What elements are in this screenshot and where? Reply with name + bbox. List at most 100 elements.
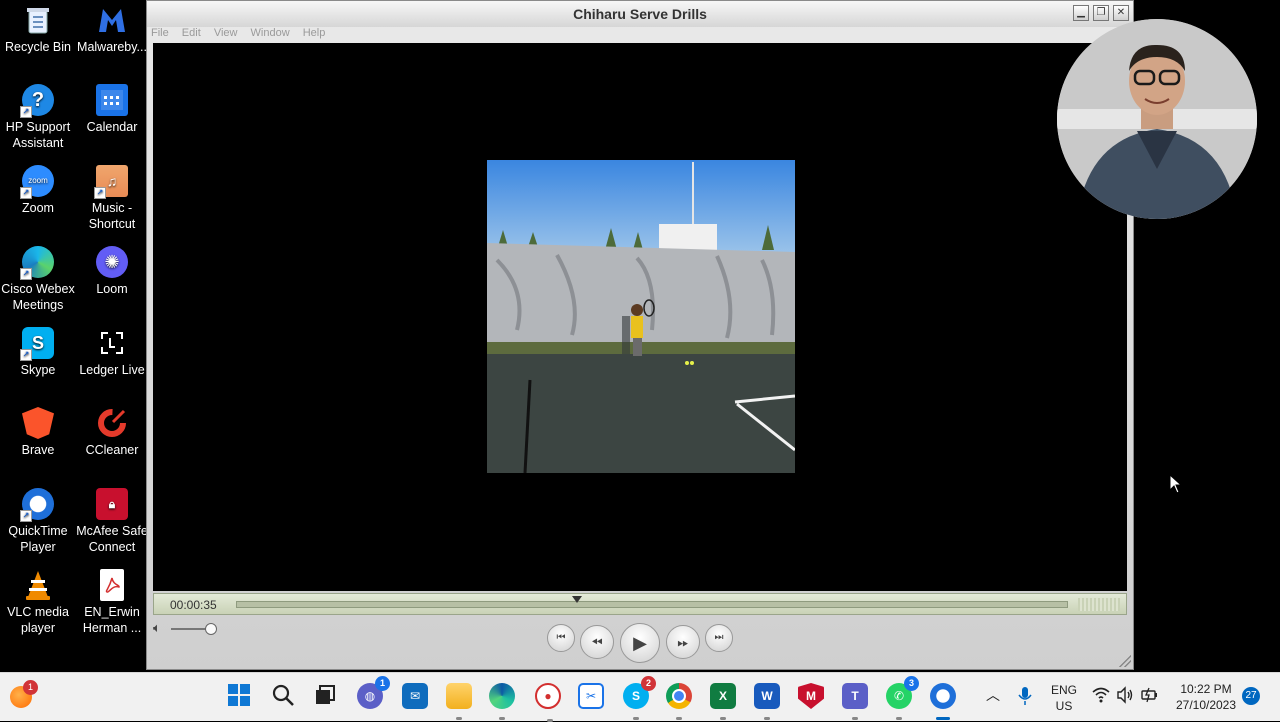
skype-glyph: S — [31, 333, 44, 353]
desktop-icon-mcafee[interactable]: 🔒︎ McAfee Safe Connect — [74, 488, 150, 555]
taskbar: 1 ◍ 1 ✉ ● ✂ S 2 X W M T ✆ 3 ︿ ENG US 10:… — [0, 672, 1280, 722]
menu-file[interactable]: File — [151, 27, 169, 39]
close-button[interactable]: ✕ — [1113, 5, 1129, 21]
record-icon: ● — [544, 689, 552, 703]
microphone-icon — [1018, 687, 1032, 705]
task-view-icon — [316, 685, 335, 704]
language-indicator[interactable]: ENG US — [1046, 682, 1082, 714]
volume-button[interactable] — [1116, 686, 1134, 709]
desktop-icon-pdf[interactable]: EN_Erwin Herman ... — [74, 569, 150, 636]
mcafee-app[interactable]: M — [798, 683, 824, 709]
scissors-icon: ✂ — [585, 689, 597, 703]
whatsapp-app[interactable]: ✆ 3 — [886, 676, 919, 720]
desktop-icon-label: Skype — [20, 363, 56, 377]
fast-forward-button[interactable]: ⏩︎ — [666, 625, 700, 659]
quicktime-player-window[interactable]: Chiharu Serve Drills ▁ ❐ ✕ File Edit Vie… — [146, 0, 1134, 670]
mail-app[interactable]: ✉ — [402, 683, 428, 709]
skip-forward-button[interactable]: ⏭︎ — [705, 624, 733, 652]
close-icon: ✕ — [1116, 7, 1126, 18]
skype-icon: S ↗ — [20, 327, 54, 361]
window-title-bar[interactable]: Chiharu Serve Drills ▁ ❐ ✕ — [147, 1, 1133, 27]
zoom-icon: zoom ↗ — [20, 165, 54, 199]
search-button[interactable] — [270, 683, 296, 709]
desktop-icon-malwarebytes[interactable]: Malwareby... — [74, 4, 150, 55]
desktop-icon-loom[interactable]: ✺ Loom — [74, 246, 150, 297]
desktop-icon-label: Calendar — [86, 120, 138, 134]
chat-app[interactable]: ◍ 1 — [357, 676, 390, 709]
volume-knob[interactable] — [205, 623, 217, 635]
menu-window[interactable]: Window — [251, 27, 290, 39]
video-frame — [487, 160, 795, 473]
notification-center-button[interactable]: 27 — [1242, 687, 1260, 705]
mail-icon: ✉ — [409, 689, 421, 703]
volume-control[interactable]: 🔈︎ — [153, 620, 223, 638]
file-explorer-app[interactable] — [446, 683, 472, 720]
rewind-button[interactable]: ⏪︎ — [580, 625, 614, 659]
desktop-icon-skype[interactable]: S ↗ Skype — [0, 327, 76, 378]
menu-help[interactable]: Help — [303, 27, 326, 39]
windows-logo-icon — [228, 684, 250, 706]
vlc-cone-icon — [22, 569, 54, 601]
show-hidden-icons-button[interactable]: ︿ — [986, 685, 1000, 705]
wifi-icon — [1092, 687, 1110, 703]
desktop-icon-recycle-bin[interactable]: Recycle Bin — [0, 4, 76, 55]
desktop-icon-music[interactable]: ♫ ↗ Music - Shortcut — [74, 165, 150, 232]
skype-app[interactable]: S 2 — [623, 676, 656, 720]
teams-app[interactable]: T — [842, 683, 868, 720]
timeline-track[interactable] — [236, 596, 1068, 608]
desktop-icon-hp-support[interactable]: ? ↗ HP Support Assistant — [0, 84, 76, 151]
microphone-button[interactable] — [1018, 686, 1032, 711]
search-icon — [272, 684, 294, 706]
battery-button[interactable] — [1140, 686, 1160, 709]
excel-app[interactable]: X — [710, 683, 736, 720]
presenter-video — [1057, 19, 1257, 219]
skip-back-button[interactable]: ⏮︎ — [547, 624, 575, 652]
network-button[interactable] — [1092, 687, 1110, 708]
task-view-button[interactable] — [312, 683, 338, 709]
desktop-icon-label: Ledger Live — [79, 363, 145, 377]
music-folder-icon: ♫ ↗ — [94, 165, 128, 199]
minimize-button[interactable]: ▁ — [1073, 5, 1089, 21]
chrome-app[interactable] — [666, 683, 692, 720]
window-resize-grip-icon[interactable] — [1119, 655, 1131, 667]
chat-icon: ◍ — [364, 689, 376, 703]
video-area[interactable] — [153, 43, 1127, 591]
chrome-icon — [672, 689, 686, 703]
battery-charging-icon — [1141, 687, 1157, 703]
start-button[interactable] — [226, 683, 252, 709]
current-time: 00:00:35 — [170, 598, 217, 612]
desktop-icon-label: Malwareby... — [77, 40, 147, 54]
whatsapp-icon: ✆ — [893, 689, 905, 703]
quicktime-app[interactable] — [930, 683, 956, 720]
menu-edit[interactable]: Edit — [182, 27, 201, 39]
excel-glyph: X — [718, 689, 727, 703]
playhead-icon[interactable] — [572, 596, 583, 603]
desktop-icon-label: VLC media player — [7, 605, 69, 635]
desktop-icon-brave[interactable]: Brave — [0, 407, 76, 458]
timeline-scrubber[interactable]: 00:00:35 — [153, 593, 1127, 615]
widgets-button[interactable]: 1 — [10, 680, 38, 708]
word-app[interactable]: W — [754, 683, 780, 720]
play-button[interactable]: ▶ — [620, 623, 660, 663]
desktop-icon-label: Zoom — [22, 201, 54, 215]
desktop-icon-vlc[interactable]: VLC media player — [0, 569, 76, 636]
snipping-tool-app[interactable]: ✂ — [578, 683, 604, 709]
clock[interactable]: 10:22 PM 27/10/2023 — [1170, 681, 1242, 713]
desktop-icon-zoom[interactable]: zoom ↗ Zoom — [0, 165, 76, 216]
skype-taskbar-glyph: S — [631, 689, 640, 703]
clock-time: 10:22 PM — [1180, 682, 1232, 696]
window-title: Chiharu Serve Drills — [573, 6, 707, 22]
desktop-icon-ccleaner[interactable]: CCleaner — [74, 407, 150, 458]
desktop-icon-ledger[interactable]: Ledger Live — [74, 327, 150, 378]
menu-view[interactable]: View — [214, 27, 238, 39]
skip-back-icon: ⏮︎ — [556, 632, 566, 643]
desktop-icon-quicktime[interactable]: ↗ QuickTime Player — [0, 488, 76, 555]
desktop-icon-webex[interactable]: ↗ Cisco Webex Meetings — [0, 246, 76, 313]
recorder-app[interactable]: ● — [535, 683, 561, 722]
desktop-icon-label: Brave — [21, 443, 55, 457]
hp-support-icon: ? ↗ — [20, 84, 54, 118]
edge-app[interactable] — [489, 683, 515, 720]
skip-forward-icon: ⏭︎ — [714, 632, 724, 643]
restore-button[interactable]: ❐ — [1093, 5, 1109, 21]
desktop-icon-calendar[interactable]: Calendar — [74, 84, 150, 135]
